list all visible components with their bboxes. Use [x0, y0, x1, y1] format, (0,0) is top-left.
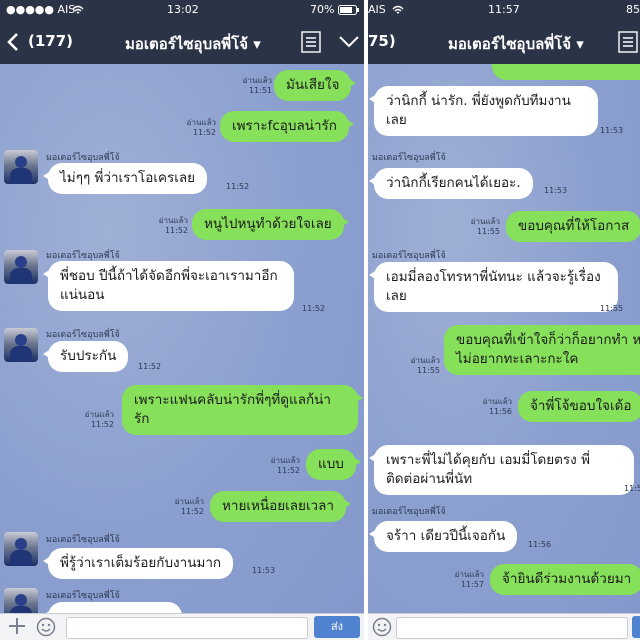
composer-bar — [368, 613, 640, 640]
message-meta: อ่านแล้ว 11:51 — [242, 76, 272, 95]
incoming-message[interactable]: พี่ชอบ ปีนี้ถ้าได้จัดอีกพี่จะเอาเรามาอีก… — [43, 261, 294, 311]
chat-screen-right: AIS 11:57 85 75) มอเตอร์ไซอุบลพี่โจ้ ▾ ว… — [368, 0, 640, 640]
contact-avatar[interactable] — [4, 250, 38, 284]
message-time: 11:53 — [544, 186, 568, 195]
battery-icon — [338, 5, 359, 15]
message-meta: อ่านแล้ว 11:56 — [482, 397, 512, 416]
message-time: 11:53 — [600, 126, 624, 135]
outgoing-message[interactable]: ขอบคุณที่เข้าใจก็ว่าก็อยากทำ หาเงินไม่อย… — [444, 325, 640, 375]
message-meta: อ่านแล้ว 11:52 — [186, 118, 216, 137]
message-list[interactable]: อ่านแล้ว 11:51 มันเสียใจ อ่านแล้ว 11:52 เพ… — [0, 64, 364, 614]
chat-screen-left: ●●●●● AIS 13:02 70% (177) มอเตอร์ไซอุบลพ… — [0, 0, 364, 640]
message-meta: อ่านแล้ว 11:52 — [174, 497, 204, 516]
status-bar: AIS 11:57 85 — [368, 0, 640, 20]
sender-name: มอเตอร์ไซอุบลพี่โจ้ — [46, 153, 120, 163]
nav-bar: 75) มอเตอร์ไซอุบลพี่โจ้ ▾ — [368, 20, 640, 64]
add-icon[interactable] — [8, 617, 26, 635]
incoming-message[interactable]: ไม่ๆๆ พี่ว่าเราโอเครเลย — [42, 163, 208, 194]
status-time: 13:02 — [167, 3, 199, 16]
composer-bar: ส่ง — [0, 613, 364, 640]
outgoing-message[interactable]: เพราะfcอุบลน่ารัก — [220, 111, 354, 142]
sender-name: มอเตอร์ไซอุบลพี่โจ้ — [372, 507, 446, 517]
carrier-signal: AIS — [368, 3, 386, 16]
message-meta: อ่านแล้ว 11:55 — [410, 356, 440, 375]
nav-bar: (177) มอเตอร์ไซอุบลพี่โจ้ ▾ — [0, 20, 364, 64]
sender-name: มอเตอร์ไซอุบลพี่โจ้ — [46, 591, 120, 601]
sender-name: มอเตอร์ไซอุบลพี่โจ้ — [372, 251, 446, 261]
message-meta: อ่านแล้ว 11:52 — [84, 410, 114, 429]
menu-list-icon[interactable] — [618, 31, 638, 53]
battery-percent: 70% — [310, 3, 335, 16]
menu-list-icon[interactable] — [301, 31, 321, 53]
collapse-chevron-icon[interactable] — [338, 35, 360, 49]
message-meta: อ่านแล้ว 11:52 — [158, 216, 188, 235]
incoming-message[interactable]: เพราะพี่ไม่ได้คุยกับ เอมมี่โดยตรง พี่ติด… — [369, 445, 634, 495]
carrier-signal: ●●●●● AIS — [6, 3, 76, 16]
wifi-icon — [392, 5, 404, 14]
message-time: 11:53 — [252, 566, 276, 575]
outgoing-message[interactable]: หนูไปหนูทำด้วยใจเลย — [192, 209, 349, 240]
outgoing-message[interactable]: มันเสียใจ — [274, 70, 357, 101]
message-time: 11:52 — [138, 362, 162, 371]
message-input[interactable] — [66, 617, 308, 639]
message-time: 11:56 — [624, 484, 640, 493]
wifi-icon — [72, 5, 84, 14]
contact-avatar[interactable] — [4, 532, 38, 566]
message-meta: อ่านแล้ว 11:52 — [270, 456, 300, 475]
message-time: 11:52 — [302, 304, 326, 313]
incoming-message[interactable]: รับประกัน — [42, 341, 129, 372]
incoming-message[interactable]: เอมมี่ลองโทรหาพี่นัทนะ แล้วจะรู้เรื่องเล… — [369, 262, 618, 312]
message-meta: อ่านแล้ว 11:57 — [454, 570, 484, 589]
status-time: 11:57 — [488, 3, 520, 16]
sender-name: มอเตอร์ไซอุบลพี่โจ้ — [46, 535, 120, 545]
contact-avatar[interactable] — [4, 150, 38, 184]
emoji-icon[interactable] — [372, 617, 392, 637]
sender-name: มอเตอร์ไซอุบลพี่โจ้ — [46, 330, 120, 340]
outgoing-message[interactable] — [492, 64, 640, 80]
outgoing-message[interactable]: ขอบคุณที่ให้โอกาส — [506, 211, 640, 242]
chat-title[interactable]: มอเตอร์ไซอุบลพี่โจ้ ▾ — [125, 32, 261, 56]
outgoing-message[interactable]: จ้ายินดีร่วมงานด้วยมา — [490, 564, 640, 595]
sender-name: มอเตอร์ไซอุบลพี่โจ้ — [46, 251, 120, 261]
incoming-message[interactable]: ว่านิกกี้ น่ารัก. พี่ยังพูดกับทีมงานเลย — [369, 86, 598, 136]
incoming-message[interactable]: พี่รู้ว่าเราเต็มร้อยกับงานมาก — [42, 548, 234, 579]
incoming-message[interactable]: ว่านิกกี้เรียกคนได้เยอะ. — [369, 168, 533, 199]
send-button[interactable]: ส่ง — [314, 616, 360, 638]
back-chevron-icon[interactable] — [6, 32, 20, 52]
message-input[interactable] — [396, 617, 628, 639]
message-time: 11:55 — [600, 304, 624, 313]
contact-avatar[interactable] — [4, 588, 38, 614]
status-bar: ●●●●● AIS 13:02 70% — [0, 0, 364, 20]
contact-avatar[interactable] — [4, 328, 38, 362]
message-time: 11:56 — [528, 540, 552, 549]
message-meta: อ่านแล้ว 11:55 — [470, 217, 500, 236]
message-list[interactable]: ว่านิกกี้ น่ารัก. พี่ยังพูดกับทีมงานเลย … — [368, 64, 640, 614]
outgoing-message[interactable]: จ้าพี่โจ้ขอบใจเด้อ — [518, 391, 640, 422]
sender-name: มอเตอร์ไซอุบลพี่โจ้ — [372, 153, 446, 163]
back-unread-count[interactable]: 75) — [368, 32, 396, 50]
outgoing-message[interactable]: เพราะแฟนคลับน่ารักพี่ๆที่ดูแลก้น่ารัก — [122, 385, 363, 435]
chat-title[interactable]: มอเตอร์ไซอุบลพี่โจ้ ▾ — [448, 32, 584, 56]
incoming-message[interactable]: จร้าา เดียวปีนี้เจอกัน — [368, 521, 518, 552]
outgoing-message[interactable]: หายเหนื่อยเลยเวลา — [210, 491, 351, 522]
back-unread-count[interactable]: (177) — [28, 32, 73, 50]
message-time: 11:52 — [226, 182, 250, 191]
outgoing-message[interactable]: แบบ — [306, 449, 361, 480]
emoji-icon[interactable] — [36, 617, 56, 637]
send-button[interactable] — [632, 616, 640, 638]
battery-percent: 85 — [626, 3, 640, 16]
